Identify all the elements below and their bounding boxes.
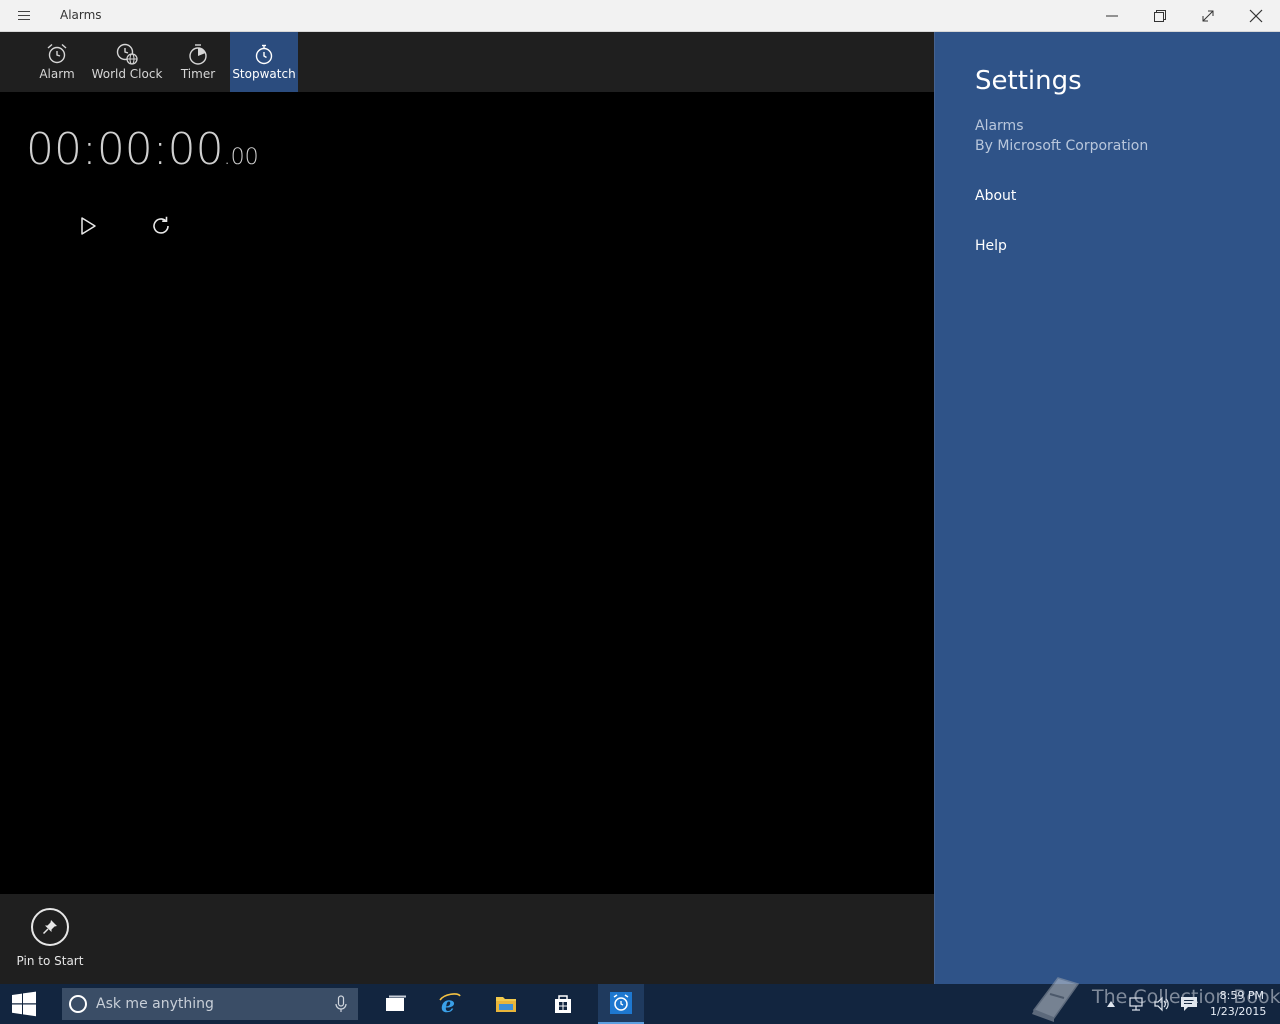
alarms-taskbar-button[interactable] (598, 984, 644, 1024)
stopwatch-icon (255, 44, 273, 65)
store-button[interactable] (540, 984, 586, 1024)
reset-button[interactable] (143, 208, 179, 244)
folder-icon (496, 997, 516, 1012)
hamburger-menu-icon[interactable] (12, 8, 36, 24)
restore-button[interactable] (1136, 0, 1184, 32)
play-icon (81, 217, 96, 235)
stopwatch-time: 00:00:00 (26, 124, 224, 175)
fullscreen-button[interactable] (1184, 0, 1232, 32)
tab-bar: Alarm World Clock Timer Stopwatch (0, 32, 934, 92)
tab-world-clock[interactable]: World Clock (90, 32, 164, 92)
tab-timer[interactable]: Timer (172, 32, 224, 92)
watermark-text: The Collection Book (1092, 986, 1280, 1008)
reset-icon (153, 216, 169, 234)
tab-label: Alarm (39, 67, 75, 81)
settings-publisher: By Microsoft Corporation (975, 138, 1149, 154)
internet-explorer-icon: e (439, 992, 461, 1016)
minimize-icon (1106, 15, 1118, 17)
stopwatch-fraction: .00 (223, 145, 259, 170)
stopwatch-panel: 00:00:00.00 (0, 92, 934, 894)
app-bar: Pin to Start (0, 894, 934, 984)
search-box[interactable] (62, 988, 358, 1020)
book-icon (1032, 977, 1080, 1022)
start-button[interactable] (70, 208, 106, 244)
window-title: Alarms (60, 8, 102, 22)
task-view-icon (386, 995, 406, 1011)
watermark: The Collection Book (1028, 972, 1280, 1024)
windows-logo-icon (12, 991, 36, 1017)
start-button[interactable] (0, 984, 48, 1024)
settings-title: Settings (975, 66, 1082, 96)
store-icon (555, 995, 571, 1013)
pin-to-start-label: Pin to Start (16, 954, 84, 968)
search-input[interactable] (96, 988, 326, 1020)
file-explorer-button[interactable] (483, 984, 529, 1024)
settings-about-link[interactable]: About (975, 188, 1016, 204)
expand-icon (1202, 10, 1214, 22)
tab-label: Timer (180, 67, 216, 81)
minimize-button[interactable] (1088, 0, 1136, 32)
tab-stopwatch[interactable]: Stopwatch (230, 32, 298, 92)
task-view-button[interactable] (373, 984, 419, 1024)
close-button[interactable] (1232, 0, 1280, 32)
pin-button-circle (31, 908, 69, 946)
title-bar: Alarms (0, 0, 1280, 32)
microphone-icon[interactable] (334, 995, 348, 1013)
tab-label: World Clock (91, 67, 163, 81)
timer-icon (189, 44, 207, 65)
settings-app-name: Alarms (975, 118, 1024, 134)
pin-icon (42, 920, 57, 935)
stopwatch-display: 00:00:00.00 (26, 124, 259, 175)
restore-icon (1154, 10, 1166, 22)
internet-explorer-button[interactable]: e (427, 984, 473, 1024)
tab-alarm[interactable]: Alarm (32, 32, 82, 92)
settings-pane: Settings Alarms By Microsoft Corporation… (934, 32, 1280, 984)
alarm-clock-icon (47, 43, 67, 64)
pin-to-start-button[interactable]: Pin to Start (17, 908, 83, 968)
settings-help-link[interactable]: Help (975, 238, 1007, 254)
alarms-app-icon (610, 992, 632, 1014)
close-icon (1249, 9, 1263, 23)
world-clock-icon (116, 43, 138, 65)
cortana-icon (69, 995, 87, 1013)
tab-label: Stopwatch (232, 67, 296, 81)
